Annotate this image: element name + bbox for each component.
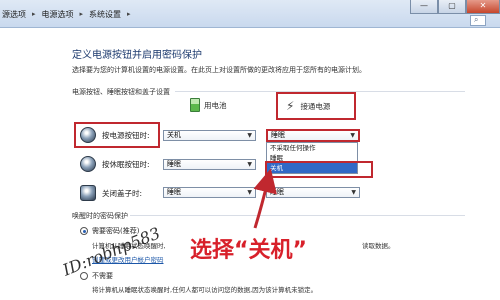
annotation-text: 选择“关机” xyxy=(190,238,307,263)
